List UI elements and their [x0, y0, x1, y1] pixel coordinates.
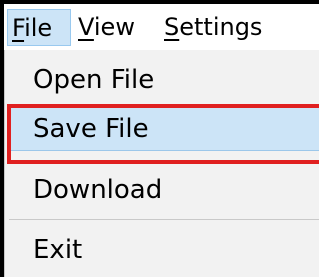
menu-view-accelerator: V — [78, 13, 94, 41]
menu-item-download[interactable]: Download — [9, 168, 319, 212]
file-dropdown-menu: Open File Save File Download Exit — [4, 50, 319, 277]
menu-bar: File View Settings — [4, 4, 319, 51]
menu-file-accelerator: F — [12, 14, 25, 42]
menu-separator — [9, 219, 319, 220]
menu-settings[interactable]: Settings — [163, 9, 319, 46]
window-frame: File View Settings Open File Save File D… — [0, 0, 319, 277]
menu-file[interactable]: File — [7, 9, 71, 46]
menu-item-open-file[interactable]: Open File — [9, 58, 319, 102]
menu-file-label: ile — [24, 14, 53, 42]
menu-settings-label: ettings — [179, 13, 263, 41]
menu-view-label: iew — [93, 13, 135, 41]
menu-separator — [9, 161, 319, 162]
menu-item-save-file[interactable]: Save File — [9, 107, 319, 151]
menu-view[interactable]: View — [77, 9, 157, 46]
menu-item-exit[interactable]: Exit — [9, 228, 319, 272]
menu-settings-accelerator: S — [164, 13, 180, 41]
